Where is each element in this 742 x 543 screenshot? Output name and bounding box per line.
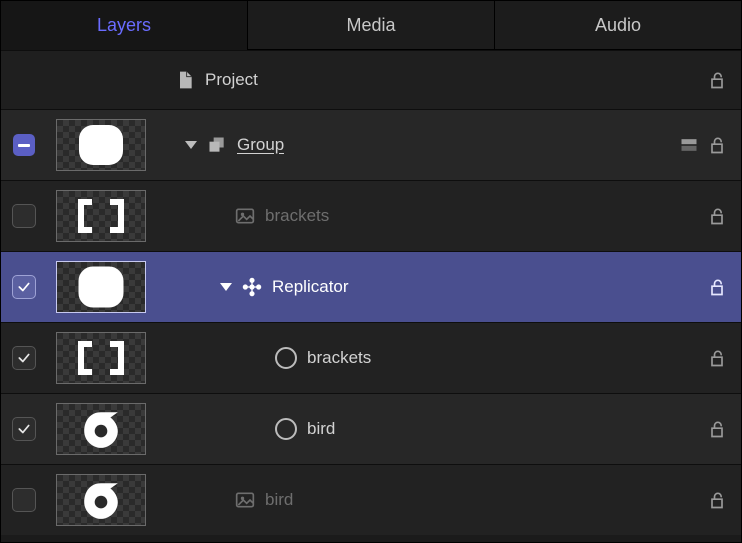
replicator-icon — [242, 277, 262, 297]
layer-thumbnail[interactable] — [56, 474, 146, 526]
enable-checkbox[interactable] — [12, 275, 36, 299]
lock-open-icon[interactable] — [707, 419, 727, 439]
lock-open-icon[interactable] — [707, 348, 727, 368]
layer-thumbnail[interactable] — [56, 403, 146, 455]
tab-label: Audio — [595, 15, 641, 36]
group-stack-icon — [207, 135, 227, 155]
circle-icon — [275, 347, 297, 369]
image-icon — [235, 206, 255, 226]
tab-label: Layers — [97, 15, 151, 36]
lock-open-icon[interactable] — [707, 490, 727, 510]
row-replicator-cell-brackets[interactable]: brackets — [1, 322, 741, 393]
isolate-group-icon[interactable] — [679, 135, 699, 155]
enable-checkbox-mixed[interactable] — [13, 134, 35, 156]
row-group[interactable]: Group — [1, 109, 741, 180]
row-label[interactable]: Replicator — [272, 277, 349, 297]
enable-checkbox[interactable] — [12, 488, 36, 512]
image-icon — [235, 490, 255, 510]
row-label: Project — [205, 70, 258, 90]
tab-audio[interactable]: Audio — [495, 1, 741, 49]
row-label: bird — [265, 490, 293, 510]
row-label: brackets — [307, 348, 371, 368]
layer-thumbnail[interactable] — [56, 261, 146, 313]
row-label: bird — [307, 419, 335, 439]
enable-checkbox[interactable] — [12, 204, 36, 228]
lock-open-icon[interactable] — [707, 206, 727, 226]
lock-open-icon[interactable] — [707, 135, 727, 155]
lock-open-icon[interactable] — [707, 277, 727, 297]
layer-thumbnail[interactable] — [56, 332, 146, 384]
circle-icon — [275, 418, 297, 440]
row-label[interactable]: Group — [237, 135, 284, 155]
tab-label: Media — [346, 15, 395, 36]
tab-media[interactable]: Media — [248, 1, 495, 49]
document-icon — [175, 70, 195, 90]
enable-checkbox[interactable] — [12, 417, 36, 441]
row-brackets-1[interactable]: brackets — [1, 180, 741, 251]
row-bird-2[interactable]: bird — [1, 464, 741, 535]
disclosure-triangle-icon[interactable] — [185, 141, 197, 149]
layer-thumbnail[interactable] — [56, 190, 146, 242]
layers-panel: Layers Media Audio Project — [0, 0, 742, 543]
row-replicator[interactable]: Replicator — [1, 251, 741, 322]
enable-checkbox[interactable] — [12, 346, 36, 370]
panel-tabs: Layers Media Audio — [1, 1, 741, 50]
row-label: brackets — [265, 206, 329, 226]
lock-open-icon[interactable] — [707, 70, 727, 90]
tab-layers[interactable]: Layers — [1, 1, 248, 49]
layers-list: Project — [1, 50, 741, 535]
disclosure-triangle-icon[interactable] — [220, 283, 232, 291]
layer-thumbnail[interactable] — [56, 119, 146, 171]
row-replicator-cell-bird[interactable]: bird — [1, 393, 741, 464]
row-project[interactable]: Project — [1, 50, 741, 109]
